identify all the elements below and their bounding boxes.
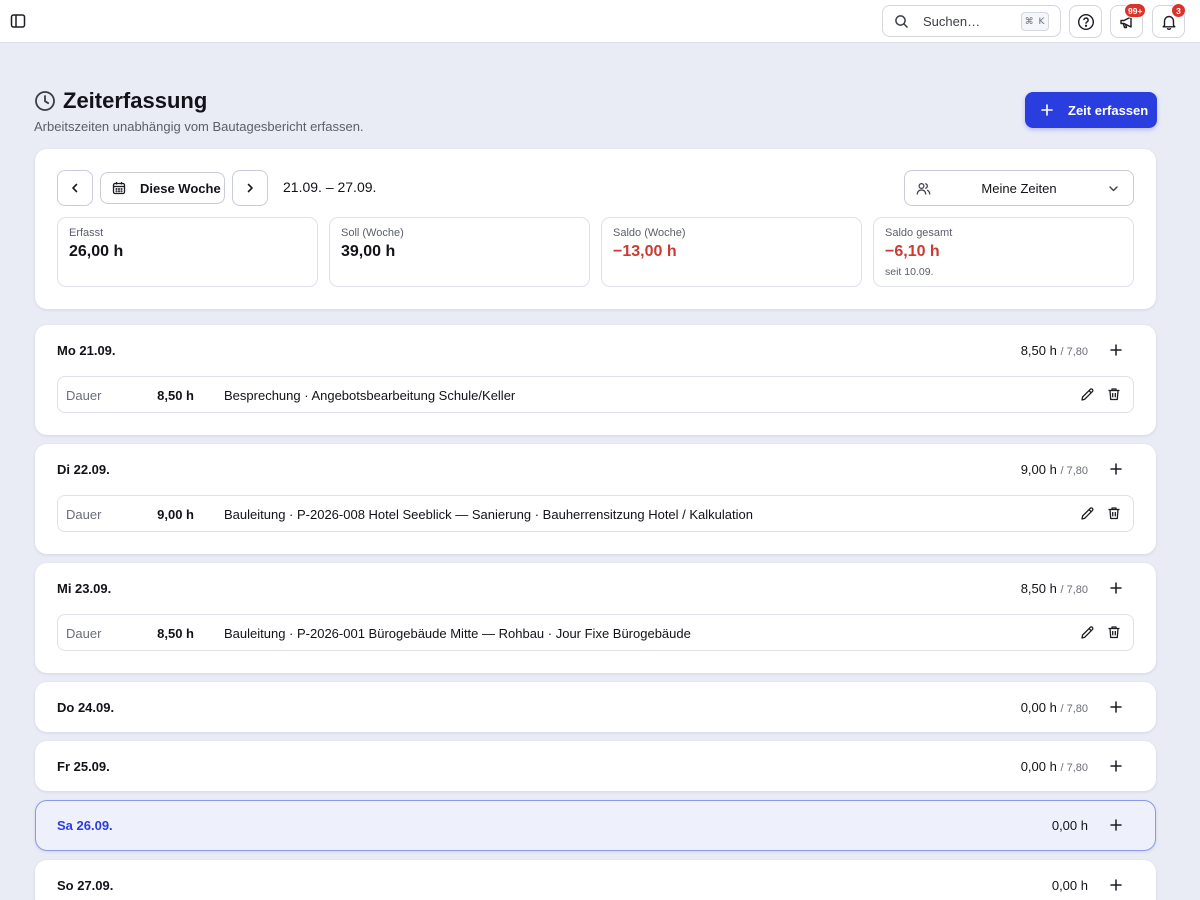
page-subtitle: Arbeitszeiten unabhängig vom Bautagesber… xyxy=(34,119,364,134)
entry-description: Bauleitung · P-2026-001 Bürogebäude Mitt… xyxy=(224,626,691,641)
day-card: Mi 23.09. 8,50 h / 7,80 Dauer 8,50 h Bau… xyxy=(35,563,1156,673)
stat-label: Saldo (Woche) xyxy=(613,227,686,239)
day-label: Mo 21.09. xyxy=(57,343,116,358)
trash-icon[interactable] xyxy=(1107,387,1121,401)
pencil-icon[interactable] xyxy=(1080,506,1095,521)
notifications-button[interactable]: 3 xyxy=(1152,3,1186,38)
this-week-label: Diese Woche xyxy=(140,180,221,196)
week-summary-card: Diese Woche 21.09. – 27.09. Meine Zeiten… xyxy=(35,149,1156,309)
day-hours-value: 0,00 h xyxy=(1020,759,1057,774)
stat-label: Soll (Woche) xyxy=(341,227,404,239)
search-shortcut: ⌘ K xyxy=(1021,12,1049,31)
add-entry-icon[interactable] xyxy=(1110,582,1122,594)
entry-duration: 9,00 h xyxy=(157,507,194,522)
time-entry: Dauer 8,50 h Bauleitung · P-2026-001 Bür… xyxy=(57,614,1134,651)
chevron-down-icon xyxy=(1108,183,1119,194)
add-entry-icon[interactable] xyxy=(1110,879,1122,891)
stat-value: 26,00 h xyxy=(69,243,124,260)
day-hours-target: / 7,80 xyxy=(1060,584,1088,596)
add-time-button[interactable]: Zeit erfassen xyxy=(1025,92,1157,128)
day-label: Sa 26.09. xyxy=(57,818,113,833)
day-card-selected: Sa 26.09. 0,00 h xyxy=(35,800,1156,851)
stat-recorded: Erfasst 26,00 h xyxy=(57,217,318,287)
day-label: Do 24.09. xyxy=(57,700,115,715)
day-label: Fr 25.09. xyxy=(57,759,110,774)
search-icon xyxy=(894,14,909,29)
top-bar: Suchen… ⌘ K 99+ 3 xyxy=(0,0,1200,43)
clock-icon xyxy=(34,90,56,112)
add-entry-icon[interactable] xyxy=(1110,760,1122,772)
previous-week-button[interactable] xyxy=(57,170,93,206)
day-hours-target: / 7,80 xyxy=(1060,762,1088,774)
add-entry-icon[interactable] xyxy=(1110,344,1122,356)
time-entry: Dauer 9,00 h Bauleitung · P-2026-008 Hot… xyxy=(57,495,1134,532)
day-hours-value: 0,00 h xyxy=(1051,878,1088,893)
search-placeholder: Suchen… xyxy=(923,13,981,29)
sidebar-toggle-icon[interactable] xyxy=(9,12,27,30)
day-label: Di 22.09. xyxy=(57,462,110,477)
plus-icon xyxy=(1041,104,1053,116)
stat-label: Saldo gesamt xyxy=(885,227,953,239)
stat-balance-week: Saldo (Woche) −13,00 h xyxy=(601,217,862,287)
day-hours: 0,00 h xyxy=(1052,818,1088,833)
announcements-button[interactable]: 99+ xyxy=(1110,3,1147,38)
day-hours-value: 9,00 h xyxy=(1020,462,1057,477)
day-label: So 27.09. xyxy=(57,878,114,893)
day-hours: 8,50 h / 7,80 xyxy=(1021,343,1088,358)
trash-icon[interactable] xyxy=(1107,625,1121,639)
day-card: Mo 21.09. 8,50 h / 7,80 Dauer 8,50 h Bes… xyxy=(35,325,1156,435)
day-hours-target: / 7,80 xyxy=(1060,703,1088,715)
day-card: Do 24.09. 0,00 h / 7,80 xyxy=(35,682,1156,732)
stat-label: Erfasst xyxy=(69,227,104,239)
trash-icon[interactable] xyxy=(1107,506,1121,520)
search-input[interactable]: Suchen… ⌘ K xyxy=(882,5,1061,37)
stat-value: 39,00 h xyxy=(341,243,396,260)
stat-target-week: Soll (Woche) 39,00 h xyxy=(329,217,590,287)
page-header: Zeiterfassung Arbeitszeiten unabhängig v… xyxy=(34,88,364,134)
day-hours-value: 8,50 h xyxy=(1020,581,1057,596)
week-date-range: 21.09. – 27.09. xyxy=(283,179,377,195)
stat-value: −13,00 h xyxy=(613,243,677,260)
help-button[interactable] xyxy=(1069,5,1102,38)
stat-note: seit 10.09. xyxy=(885,266,934,278)
day-hours: 0,00 h / 7,80 xyxy=(1021,700,1088,715)
scope-select[interactable]: Meine Zeiten xyxy=(904,170,1134,206)
entry-duration: 8,50 h xyxy=(157,388,194,403)
day-card: Di 22.09. 9,00 h / 7,80 Dauer 9,00 h Bau… xyxy=(35,444,1156,554)
announcements-badge: 99+ xyxy=(1124,3,1147,18)
entry-description: Bauleitung · P-2026-008 Hotel Seeblick —… xyxy=(224,507,753,522)
page-title: Zeiterfassung xyxy=(63,88,208,113)
add-time-button-label: Zeit erfassen xyxy=(1068,102,1149,118)
day-hours-target: / 7,80 xyxy=(1060,465,1088,477)
add-entry-icon[interactable] xyxy=(1110,701,1122,713)
this-week-button[interactable]: Diese Woche xyxy=(100,172,225,204)
day-hours: 0,00 h xyxy=(1052,878,1088,893)
day-hours-target: / 7,80 xyxy=(1060,346,1088,358)
chevron-left-icon xyxy=(70,183,80,193)
day-card: So 27.09. 0,00 h xyxy=(35,860,1156,900)
day-label: Mi 23.09. xyxy=(57,581,112,596)
day-hours: 0,00 h / 7,80 xyxy=(1021,759,1088,774)
chevron-right-icon xyxy=(245,183,255,193)
add-entry-icon[interactable] xyxy=(1110,819,1122,831)
day-hours-value: 0,00 h xyxy=(1051,818,1088,833)
day-hours-value: 8,50 h xyxy=(1020,343,1057,358)
next-week-button[interactable] xyxy=(232,170,268,206)
stat-value: −6,10 h xyxy=(885,243,940,260)
help-icon xyxy=(1077,13,1095,31)
time-entry: Dauer 8,50 h Besprechung · Angebotsbearb… xyxy=(57,376,1134,413)
notifications-badge: 3 xyxy=(1171,3,1186,18)
entry-duration: 8,50 h xyxy=(157,626,194,641)
day-hours: 9,00 h / 7,80 xyxy=(1021,462,1088,477)
pencil-icon[interactable] xyxy=(1080,625,1095,640)
scope-select-value: Meine Zeiten xyxy=(981,180,1057,196)
stat-balance-total: Saldo gesamt −6,10 h seit 10.09. xyxy=(873,217,1134,287)
entry-description: Besprechung · Angebotsbearbeitung Schule… xyxy=(224,388,516,403)
day-hours-value: 0,00 h xyxy=(1020,700,1057,715)
add-entry-icon[interactable] xyxy=(1110,463,1122,475)
calendar-icon xyxy=(112,181,126,195)
pencil-icon[interactable] xyxy=(1080,387,1095,402)
day-hours: 8,50 h / 7,80 xyxy=(1021,581,1088,596)
day-card: Fr 25.09. 0,00 h / 7,80 xyxy=(35,741,1156,791)
